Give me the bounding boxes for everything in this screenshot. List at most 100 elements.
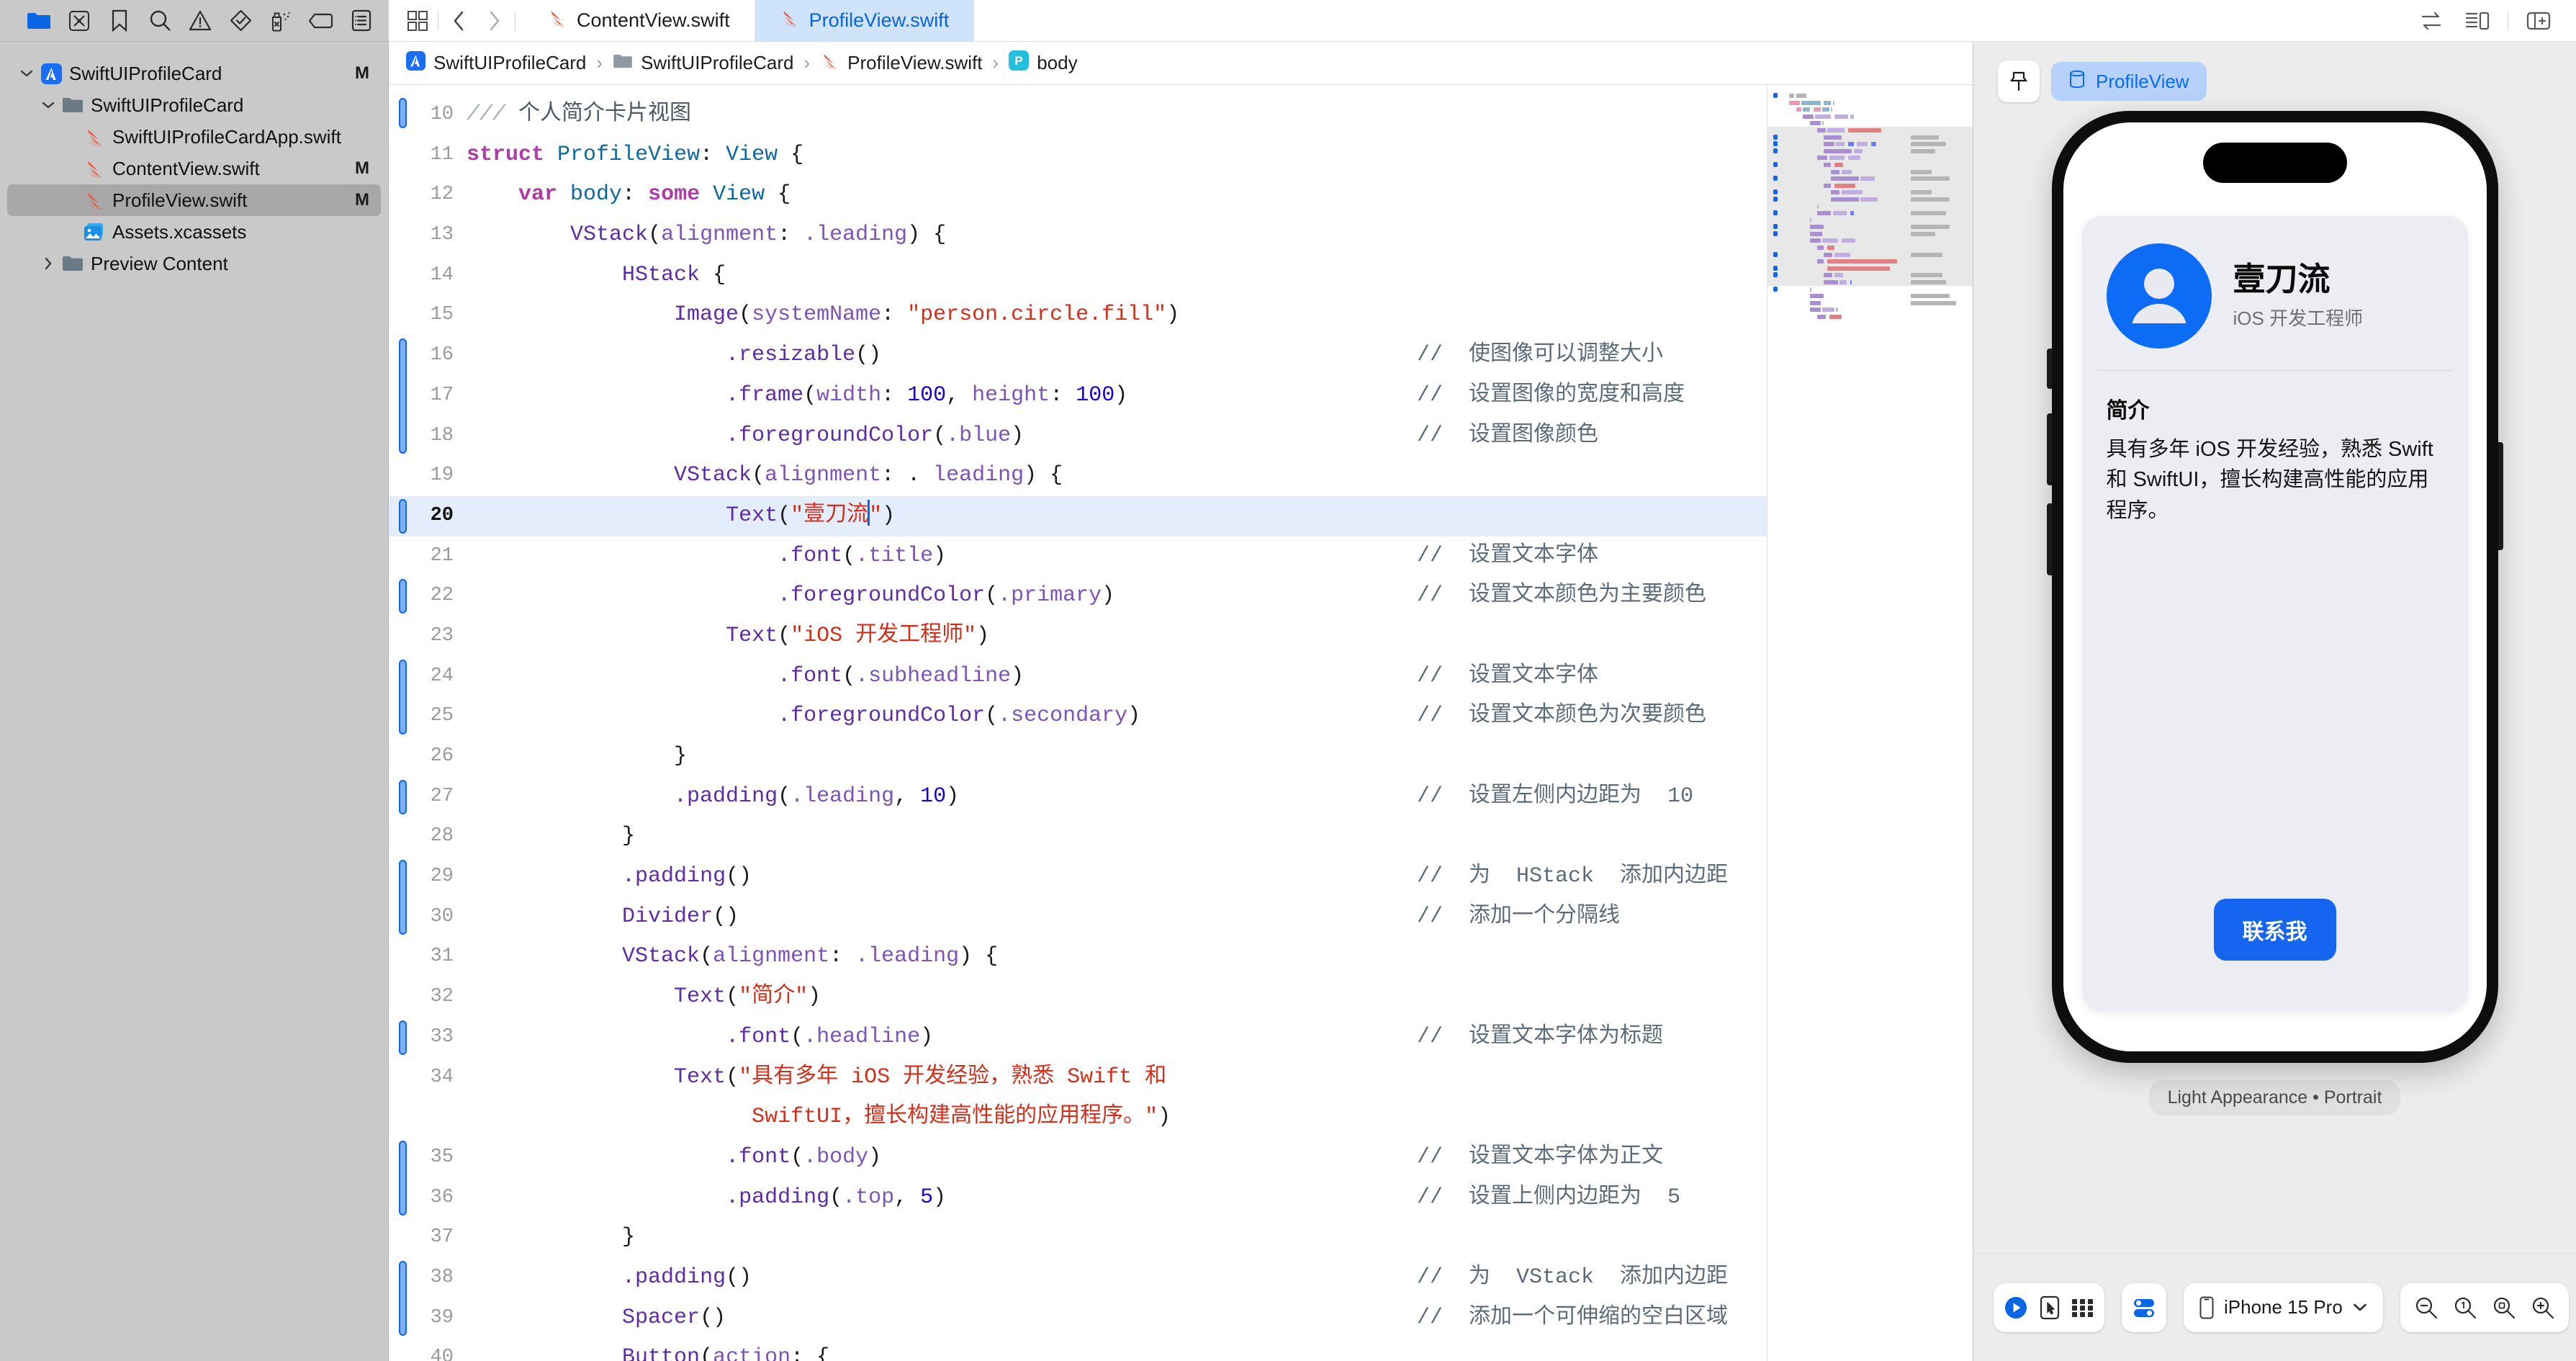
minimap-token bbox=[1824, 100, 1832, 105]
bio-text: 具有多年 iOS 开发经验，熟悉 Swift 和 SwiftUI，擅长构建高性能… bbox=[2106, 438, 2433, 522]
source-control-navigator-icon[interactable] bbox=[59, 6, 99, 35]
find-navigator-icon[interactable] bbox=[140, 6, 180, 35]
project-navigator-icon[interactable] bbox=[19, 6, 59, 35]
code-comment: // 添加一个可伸缩的空白区域 bbox=[1417, 1305, 1729, 1330]
zoom-out-icon[interactable] bbox=[2415, 1296, 2438, 1319]
code-line-36[interactable]: 36 .padding(.top, 5)// 设置上侧内边距为 5 bbox=[389, 1178, 1767, 1218]
code-line-11[interactable]: 11 struct ProfileView: View { bbox=[389, 135, 1767, 176]
zoom-controls bbox=[2400, 1283, 2569, 1332]
zoom-to-fit-icon[interactable] bbox=[2492, 1296, 2516, 1319]
code-line-22[interactable]: 22 .foregroundColor(.primary)// 设置文本颜色为主… bbox=[389, 576, 1767, 616]
code-line-38[interactable]: 38 .padding()// 为 VStack 添加内边距 bbox=[389, 1258, 1767, 1336]
code-line-15[interactable]: 15 Image(systemName: "person.circle.fill… bbox=[389, 295, 1767, 336]
code-line-34[interactable]: 34 Text("具有多年 iOS 开发经验，熟悉 Swift 和 SwiftU… bbox=[389, 1058, 1767, 1138]
test-navigator-icon[interactable] bbox=[220, 6, 261, 35]
zoom-in-icon[interactable] bbox=[2531, 1296, 2554, 1319]
add-editor-icon[interactable] bbox=[2523, 5, 2554, 37]
code-line-24[interactable]: 24 .font(.subheadline)// 设置文本字体 bbox=[389, 657, 1767, 735]
preview-settings-icon[interactable] bbox=[2132, 1295, 2156, 1320]
debug-navigator-icon[interactable] bbox=[261, 6, 301, 35]
preview-settings-group[interactable] bbox=[2122, 1283, 2166, 1332]
preview-cube-icon bbox=[2068, 69, 2086, 94]
inspector-layout-icon[interactable] bbox=[2462, 5, 2493, 37]
code-line-40[interactable]: 40 Button(action: { bbox=[389, 1338, 1767, 1361]
line-number: 31 bbox=[430, 945, 454, 968]
nav-item-assets[interactable]: Assets.xcassets bbox=[0, 216, 388, 248]
nav-item-project[interactable]: SwiftUIProfileCard M bbox=[0, 58, 388, 89]
profile-name: 壹刀流 bbox=[2233, 261, 2330, 298]
minimap-rows bbox=[1767, 92, 1973, 320]
code-line-28[interactable]: 28 } bbox=[389, 817, 1767, 857]
swift-file-icon bbox=[820, 51, 839, 76]
code-line-33[interactable]: 33 .font(.headline)// 设置文本字体为标题 bbox=[389, 1018, 1767, 1058]
code-line-31[interactable]: 31 VStack(alignment: .leading) { bbox=[389, 937, 1767, 977]
disclosure-open-icon[interactable] bbox=[37, 101, 59, 109]
code-line-18[interactable]: 18 .foregroundColor(.blue)// 设置图像颜色 bbox=[389, 416, 1767, 457]
code-editor[interactable]: 10 /// 个人简介卡片视图 11 struct ProfileView: V… bbox=[389, 85, 1767, 1361]
tab-contentview[interactable]: ContentView.swift bbox=[523, 0, 755, 41]
volume-buttons bbox=[2046, 349, 2052, 389]
disclosure-closed-icon[interactable] bbox=[37, 257, 59, 270]
code-line-21[interactable]: 21 .font(.title)// 设置文本字体 bbox=[389, 536, 1767, 577]
report-navigator-icon[interactable] bbox=[341, 6, 382, 35]
forward-button[interactable] bbox=[479, 5, 510, 37]
pin-preview-button[interactable] bbox=[1998, 60, 2040, 102]
bookmark-navigator-icon[interactable] bbox=[99, 6, 140, 35]
code-line-25[interactable]: 25 .foregroundColor(.secondary)// 设置文本颜色… bbox=[389, 696, 1767, 737]
minimap-token bbox=[1850, 114, 1854, 119]
minimap-token bbox=[1911, 252, 1942, 257]
line-number: 13 bbox=[430, 224, 454, 246]
breadcrumb-item-file[interactable]: ProfileView.swift bbox=[847, 52, 982, 74]
issue-navigator-icon[interactable] bbox=[180, 6, 220, 35]
minimap-token bbox=[1860, 197, 1878, 202]
contact-me-button[interactable]: 联系我 bbox=[2213, 899, 2336, 961]
code-line-39[interactable]: 39 Spacer()// 添加一个可伸缩的空白区域 bbox=[389, 1298, 1767, 1339]
code-line-13[interactable]: 13 VStack(alignment: .leading) { bbox=[389, 215, 1767, 256]
code-line-26[interactable]: 26 } bbox=[389, 737, 1767, 777]
back-button[interactable] bbox=[443, 5, 474, 37]
breadcrumb-item-symbol[interactable]: body bbox=[1037, 52, 1077, 74]
breadcrumb-item-project[interactable]: SwiftUIProfileCard bbox=[433, 52, 586, 74]
code-line-10[interactable]: 10 /// 个人简介卡片视图 bbox=[389, 95, 1767, 135]
breakpoint-navigator-icon[interactable] bbox=[301, 6, 341, 35]
code-line-20[interactable]: 20 Text("壹刀流") bbox=[389, 495, 1767, 536]
tab-grid-button[interactable] bbox=[402, 5, 433, 37]
code-line-12[interactable]: 12 var body: some View { bbox=[389, 175, 1767, 215]
status-badge: M bbox=[355, 63, 369, 83]
code-line-29[interactable]: 29 .padding()// 为 HStack 添加内边距 bbox=[389, 857, 1767, 935]
minimap-row bbox=[1767, 271, 1973, 279]
nav-item-swiftuiprofilecardapp[interactable]: SwiftUIProfileCardApp.swift bbox=[0, 121, 388, 153]
disclosure-open-icon[interactable] bbox=[16, 69, 37, 78]
code-line-32[interactable]: 32 Text("简介") bbox=[389, 977, 1767, 1018]
variants-grid-icon[interactable] bbox=[2071, 1298, 2094, 1317]
breadcrumb-item-group[interactable]: SwiftUIProfileCard bbox=[641, 52, 793, 74]
preview-name-pill[interactable]: ProfileView bbox=[2051, 62, 2207, 101]
code-line-37[interactable]: 37 } bbox=[389, 1218, 1767, 1258]
zoom-actual-size-icon[interactable] bbox=[2454, 1296, 2477, 1319]
minimap-token bbox=[1824, 183, 1832, 188]
profile-card: 壹刀流 iOS 开发工程师 简介 具有多年 iOS 开发经验，熟悉 Swift … bbox=[2081, 216, 2468, 1011]
code-review-icon[interactable] bbox=[2415, 5, 2447, 37]
nav-item-profileview[interactable]: ProfileView.swift M bbox=[7, 184, 381, 216]
live-preview-play-icon[interactable] bbox=[2004, 1295, 2028, 1320]
tab-profileview[interactable]: ProfileView.swift bbox=[755, 0, 975, 41]
device-selector[interactable]: iPhone 15 Pro bbox=[2184, 1283, 2383, 1332]
code-comment: // 为 HStack 添加内边距 bbox=[1417, 864, 1729, 889]
code-line-19[interactable]: 19 VStack(alignment: . leading) { bbox=[389, 456, 1767, 496]
code-line-35[interactable]: 35 .font(.body)// 设置文本字体为正文 bbox=[389, 1138, 1767, 1216]
code-line-17[interactable]: 17 .frame(width: 100, height: 100)// 设置图… bbox=[389, 376, 1767, 416]
minimap-token bbox=[1801, 100, 1821, 105]
code-line-23[interactable]: 23 Text("iOS 开发工程师") bbox=[389, 616, 1767, 657]
code-line-16[interactable]: 16 .resizable()// 使图像可以调整大小 bbox=[389, 336, 1767, 454]
code-minimap[interactable] bbox=[1767, 85, 1973, 1361]
selectable-mode-icon[interactable] bbox=[2040, 1295, 2060, 1320]
code-line-14[interactable]: 14 HStack { bbox=[389, 256, 1767, 296]
nav-item-contentview[interactable]: ContentView.swift M bbox=[0, 153, 388, 184]
chevron-down-icon[interactable] bbox=[2353, 1303, 2367, 1312]
code-line-27[interactable]: 27 .padding(.leading, 10)// 设置左侧内边距为 10 bbox=[389, 777, 1767, 817]
code-line-30[interactable]: 30 Divider()// 添加一个分隔线 bbox=[389, 897, 1767, 938]
nav-item-preview-content[interactable]: Preview Content bbox=[0, 248, 388, 279]
nav-item-group[interactable]: SwiftUIProfileCard bbox=[0, 89, 388, 121]
folder-icon bbox=[613, 52, 633, 74]
minimap-token bbox=[1829, 156, 1845, 161]
